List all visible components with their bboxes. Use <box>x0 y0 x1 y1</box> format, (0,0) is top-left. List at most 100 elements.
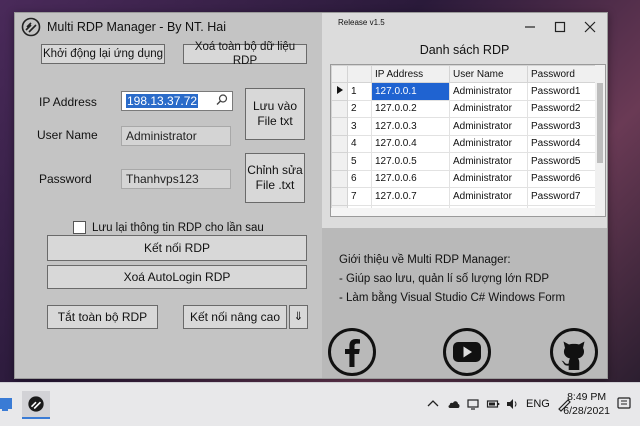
table-row[interactable]: 2 127.0.0.2 Administrator Password2 <box>331 99 598 118</box>
scroll-thumb[interactable] <box>597 83 603 163</box>
clock-time: 8:49 PM <box>567 391 607 403</box>
cell-password[interactable]: Password3 <box>527 117 598 136</box>
github-icon[interactable] <box>549 327 599 377</box>
ip-input[interactable]: 198.13.37.72 <box>121 91 233 111</box>
cell-user[interactable]: Administrator <box>449 99 528 118</box>
cell-ip[interactable]: 127.0.0.4 <box>371 134 450 153</box>
table-row[interactable]: 3 127.0.0.3 Administrator Password3 <box>331 117 598 136</box>
cell-ip[interactable]: 127.0.0.6 <box>371 169 450 188</box>
row-header[interactable] <box>331 134 348 153</box>
password-field[interactable]: Thanhvps123 <box>121 169 231 189</box>
restart-app-button[interactable]: Khởi động lại ứng dụng <box>41 44 165 64</box>
disconnect-all-button[interactable]: Tắt toàn bộ RDP <box>47 305 158 329</box>
titlebar: Multi RDP Manager - By NT. Hai <box>15 13 322 41</box>
cell-ip[interactable]: 127.0.0.7 <box>371 187 450 206</box>
password-label: Password <box>39 172 92 186</box>
chevron-up-icon[interactable] <box>426 397 440 411</box>
cell-ip[interactable]: 127.0.0.1 <box>371 82 450 101</box>
cell-ip[interactable]: 127.0.0.5 <box>371 152 450 171</box>
youtube-icon[interactable] <box>442 327 492 377</box>
cell-password[interactable]: Password4 <box>527 134 598 153</box>
cell-num[interactable]: 6 <box>347 169 372 188</box>
notification-icon[interactable] <box>616 396 632 412</box>
release-label: Release v1.5 <box>338 18 385 27</box>
connect-rdp-button[interactable]: Kết nối RDP <box>47 235 307 261</box>
facebook-icon[interactable] <box>327 327 377 377</box>
cell-num[interactable]: 7 <box>347 187 372 206</box>
cell-num[interactable]: 1 <box>347 82 372 101</box>
table-row[interactable]: 1 127.0.0.1 Administrator Password1 <box>331 82 598 101</box>
ip-value: 198.13.37.72 <box>126 94 199 108</box>
username-label: User Name <box>37 128 98 142</box>
username-field[interactable]: Administrator <box>121 126 231 146</box>
column-header-ip[interactable]: IP Address <box>371 65 450 83</box>
taskbar: ENG 8:49 PM 6/28/2021 <box>0 382 640 426</box>
intro-line-1: - Giúp sao lưu, quản lí số lượng lớn RDP <box>339 273 550 285</box>
app-title: Multi RDP Manager - By NT. Hai <box>47 20 226 34</box>
save-to-file-button[interactable]: Lưu vào File txt <box>245 88 305 140</box>
rdp-table: IP Address User Name Password 1 127.0.0.1… <box>331 65 598 216</box>
current-row-indicator[interactable] <box>331 82 348 101</box>
cell-user[interactable]: Administrator <box>449 169 528 188</box>
cell-ip[interactable]: 127.0.0.2 <box>371 99 450 118</box>
pinned-app-icon[interactable] <box>0 394 16 414</box>
rdp-grid[interactable]: IP Address User Name Password 1 127.0.0.1… <box>330 64 606 217</box>
cell-user[interactable]: Administrator <box>449 152 528 171</box>
row-header[interactable] <box>331 169 348 188</box>
edit-file-button[interactable]: Chỉnh sửa File .txt <box>245 153 305 203</box>
table-row[interactable]: 6 127.0.0.6 Administrator Password6 <box>331 169 598 188</box>
table-row[interactable]: 4 127.0.0.4 Administrator Password4 <box>331 134 598 153</box>
column-header-user[interactable]: User Name <box>449 65 528 83</box>
cell-password[interactable]: Password2 <box>527 99 598 118</box>
cell-password[interactable]: Password6 <box>527 169 598 188</box>
column-header-password[interactable]: Password <box>527 65 598 83</box>
clock-date: 6/28/2021 <box>563 405 610 418</box>
remove-autologin-button[interactable]: Xoá AutoLogin RDP <box>47 265 307 289</box>
row-header[interactable] <box>331 117 348 136</box>
advanced-connect-button[interactable]: Kết nối nâng cao <box>183 305 287 329</box>
intro-heading: Giới thiệu về Multi RDP Manager: <box>339 254 511 266</box>
network-icon[interactable] <box>466 397 480 411</box>
cell-password[interactable]: Password1 <box>527 82 598 101</box>
cell-num[interactable]: 2 <box>347 99 372 118</box>
right-titlebar: Release v1.5 <box>322 13 607 41</box>
cell-user[interactable]: Administrator <box>449 187 528 206</box>
advanced-dropdown-button[interactable]: ⇓ <box>289 305 308 329</box>
row-header-corner <box>331 65 348 83</box>
cell-user[interactable]: Administrator <box>449 134 528 153</box>
table-header-row: IP Address User Name Password <box>331 65 598 83</box>
system-clock[interactable]: 8:49 PM 6/28/2021 <box>563 390 610 418</box>
vertical-scrollbar[interactable] <box>595 65 605 216</box>
cell-user[interactable]: Administrator <box>449 82 528 101</box>
app-logo-icon <box>21 17 41 37</box>
maximize-icon[interactable] <box>548 17 572 37</box>
close-icon[interactable] <box>578 17 602 37</box>
remember-checkbox[interactable] <box>73 221 86 234</box>
cell-num[interactable]: 4 <box>347 134 372 153</box>
cell-ip[interactable]: 127.0.0.3 <box>371 117 450 136</box>
cell-num[interactable]: 5 <box>347 152 372 171</box>
battery-icon[interactable] <box>486 397 500 411</box>
row-header[interactable] <box>331 187 348 206</box>
taskbar-app-rdp[interactable] <box>22 391 50 419</box>
volume-icon[interactable] <box>505 397 519 411</box>
column-header-num <box>347 65 372 83</box>
remember-row[interactable]: Lưu lại thông tin RDP cho lần sau <box>73 221 264 234</box>
row-header[interactable] <box>331 99 348 118</box>
cloud-icon[interactable] <box>446 397 462 411</box>
table-row[interactable]: 7 127.0.0.7 Administrator Password7 <box>331 187 598 206</box>
cell-password[interactable]: Password7 <box>527 187 598 206</box>
cell-user[interactable]: Administrator <box>449 117 528 136</box>
cell-num[interactable]: 3 <box>347 117 372 136</box>
intro-line-2: - Làm bằng Visual Studio C# Windows Form <box>339 292 566 304</box>
rdp-list-title: Danh sách RDP <box>419 43 510 57</box>
table-row[interactable]: 5 127.0.0.5 Administrator Password5 <box>331 152 598 171</box>
language-indicator[interactable]: ENG <box>526 398 550 410</box>
cell-password[interactable]: Password5 <box>527 152 598 171</box>
horizontal-scrollbar[interactable] <box>331 208 595 216</box>
minimize-icon[interactable] <box>518 17 542 37</box>
rdp-manager-icon <box>28 396 44 412</box>
row-header[interactable] <box>331 152 348 171</box>
clear-data-button[interactable]: Xoá toàn bộ dữ liệu RDP <box>183 41 307 67</box>
search-icon[interactable] <box>215 93 229 107</box>
